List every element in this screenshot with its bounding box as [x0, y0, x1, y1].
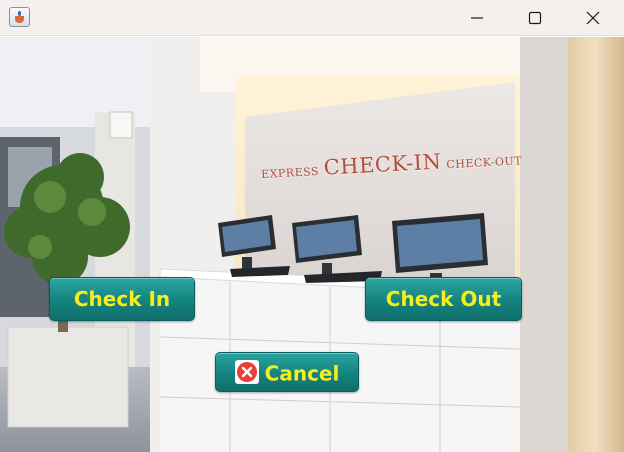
- check-in-button[interactable]: Check In: [49, 277, 195, 321]
- check-out-button[interactable]: Check Out: [365, 277, 522, 321]
- cancel-x-icon: [234, 359, 259, 384]
- close-icon: [586, 11, 600, 25]
- close-button[interactable]: [564, 0, 622, 36]
- minimize-icon: [471, 17, 483, 19]
- cancel-label: Cancel: [264, 361, 340, 386]
- sign-suffix: CHECK-OUT: [446, 154, 523, 172]
- sign-prefix: EXPRESS: [260, 164, 320, 182]
- cancel-button[interactable]: Cancel: [215, 352, 359, 392]
- java-cup-icon: [9, 7, 30, 27]
- maximize-button[interactable]: [506, 0, 564, 36]
- title-bar: [0, 0, 624, 36]
- check-out-label: Check Out: [385, 287, 502, 311]
- minimize-button[interactable]: [448, 0, 506, 36]
- maximize-icon: [528, 11, 542, 25]
- check-in-label: Check In: [73, 287, 171, 311]
- sign-main: CHECK-IN: [323, 149, 442, 180]
